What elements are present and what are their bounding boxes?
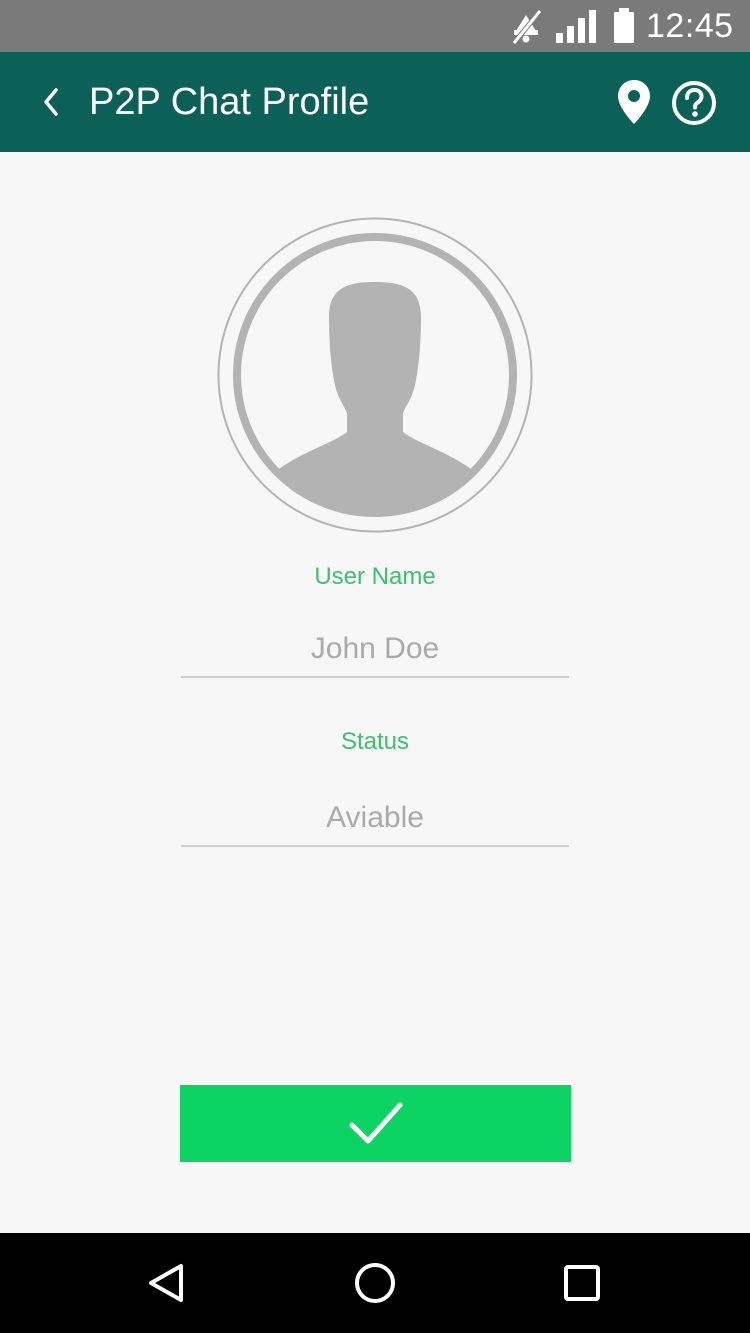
navigation-bar: [0, 1233, 750, 1333]
profile-avatar[interactable]: [217, 217, 533, 533]
mute-icon: [512, 9, 542, 45]
username-label: User Name: [314, 563, 436, 590]
confirm-button[interactable]: [180, 1085, 571, 1162]
recents-square-icon: [564, 1265, 600, 1301]
status-label: Status: [340, 728, 410, 755]
status-bar: 12:45: [0, 0, 750, 52]
person-silhouette-icon: [217, 217, 533, 533]
signal-icon: [556, 10, 596, 43]
nav-recents-button[interactable]: [557, 1258, 607, 1308]
battery-icon: [614, 8, 634, 43]
location-pin-icon: [618, 80, 650, 124]
back-button[interactable]: [28, 74, 78, 130]
page-title: P2P Chat Profile: [89, 81, 370, 123]
home-circle-icon: [355, 1263, 395, 1303]
nav-home-button[interactable]: [350, 1258, 400, 1308]
username-input[interactable]: [181, 622, 569, 678]
help-button[interactable]: [670, 79, 718, 127]
back-triangle-icon: [149, 1264, 183, 1302]
app-bar: P2P Chat Profile: [0, 52, 750, 152]
location-button[interactable]: [612, 78, 656, 128]
help-circle-icon: [672, 81, 716, 125]
status-clock: 12:45: [646, 7, 734, 45]
checkmark-icon: [349, 1102, 403, 1144]
nav-back-button[interactable]: [141, 1258, 191, 1308]
back-arrow-icon: [44, 88, 58, 116]
status-input[interactable]: [181, 791, 569, 847]
